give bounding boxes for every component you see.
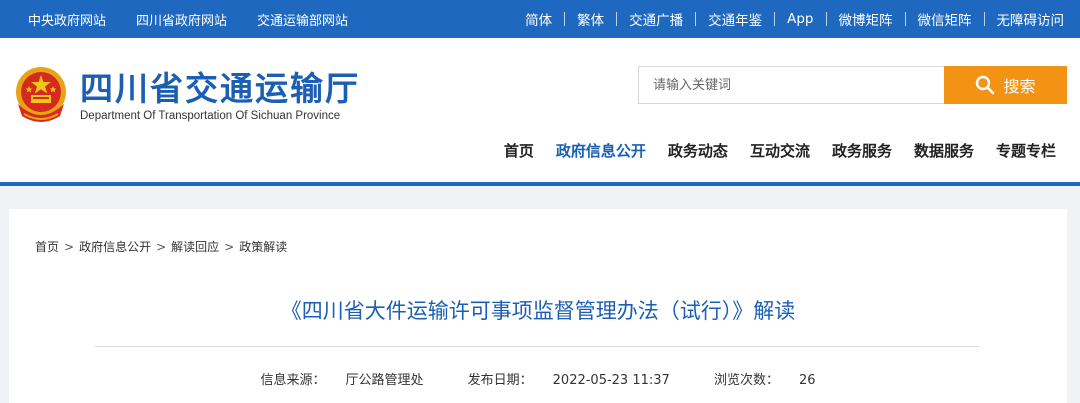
header-divider [0,182,1080,186]
source-label: 信息来源： [260,373,326,388]
breadcrumb-separator: > [64,239,75,254]
separator [774,12,776,26]
breadcrumb: 首页 > 政府信息公开 > 解读回应 > 政策解读 [35,238,287,255]
article-title: 《四川省大件运输许可事项监督管理办法（试行）》解读 [280,299,796,323]
breadcrumb-home[interactable]: 首页 [35,238,59,255]
article-card: 首页 > 政府信息公开 > 解读回应 > 政策解读 《四川省大件运输许可事项监督… [9,209,1067,403]
link-app[interactable]: App [787,11,813,27]
breadcrumb-interpretation[interactable]: 解读回应 [171,238,219,255]
separator [695,12,697,26]
nav-news[interactable]: 政务动态 [668,140,728,161]
national-emblem-icon[interactable] [12,64,70,128]
nav-topics[interactable]: 专题专栏 [996,140,1056,161]
search-field-wrapper [638,66,944,104]
link-simplified[interactable]: 简体 [525,9,552,29]
title-divider [95,346,979,347]
site-title[interactable]: 四川省交通运输厅 [80,62,360,110]
source-value: 厅公路管理处 [345,373,424,388]
breadcrumb-separator: > [224,239,235,254]
nav-home[interactable]: 首页 [504,140,534,161]
link-ministry-of-transport[interactable]: 交通运输部网站 [257,10,348,29]
article-meta: 信息来源： 厅公路管理处 发布日期： 2022-05-23 11:37 浏览次数： 2… [9,369,1067,388]
separator [616,12,618,26]
meta-date: 发布日期： 2022-05-23 11:37 [458,373,680,388]
link-wechat[interactable]: 微信矩阵 [918,9,972,29]
nav-interaction[interactable]: 互动交流 [750,140,810,161]
separator [564,12,566,26]
main-nav: 首页 政府信息公开 政务动态 互动交流 政务服务 数据服务 专题专栏 [482,140,1056,161]
external-links: 中央政府网站 四川省政府网站 交通运输部网站 [28,0,378,38]
separator [983,12,985,26]
link-central-government[interactable]: 中央政府网站 [28,10,106,29]
search-button-label: 搜索 [1003,77,1036,96]
link-traffic-radio[interactable]: 交通广播 [629,9,683,29]
top-utility-bar: 中央政府网站 四川省政府网站 交通运输部网站 简体 繁体 交通广播 交通年鉴 A… [0,0,1080,38]
site-header: 四川省交通运输厅 Department Of Transportation Of… [0,38,1080,184]
site-subtitle: Department Of Transportation Of Sichuan … [80,110,341,122]
breadcrumb-government-info[interactable]: 政府信息公开 [79,238,151,255]
nav-services[interactable]: 政务服务 [832,140,892,161]
date-label: 发布日期： [467,373,533,388]
separator [825,12,827,26]
utility-links: 简体 繁体 交通广播 交通年鉴 App 微博矩阵 微信矩阵 无障碍访问 [525,0,1064,38]
link-traditional[interactable]: 繁体 [577,9,604,29]
separator [904,12,906,26]
link-weibo[interactable]: 微博矩阵 [839,9,893,29]
views-value: 26 [798,373,816,388]
meta-views: 浏览次数： 26 [704,373,826,388]
views-label: 浏览次数： [713,373,779,388]
breadcrumb-separator: > [156,239,167,254]
link-yearbook[interactable]: 交通年鉴 [708,9,762,29]
link-sichuan-government[interactable]: 四川省政府网站 [136,10,227,29]
meta-source: 信息来源： 厅公路管理处 [250,373,433,388]
nav-data[interactable]: 数据服务 [914,140,974,161]
search-input[interactable] [639,67,944,103]
search-icon [976,75,995,95]
link-accessibility[interactable]: 无障碍访问 [997,9,1065,29]
breadcrumb-policy-interpretation[interactable]: 政策解读 [239,238,287,255]
search-button[interactable]: 搜索 [944,66,1067,104]
date-value: 2022-05-23 11:37 [552,373,670,388]
nav-government-info[interactable]: 政府信息公开 [556,140,646,161]
